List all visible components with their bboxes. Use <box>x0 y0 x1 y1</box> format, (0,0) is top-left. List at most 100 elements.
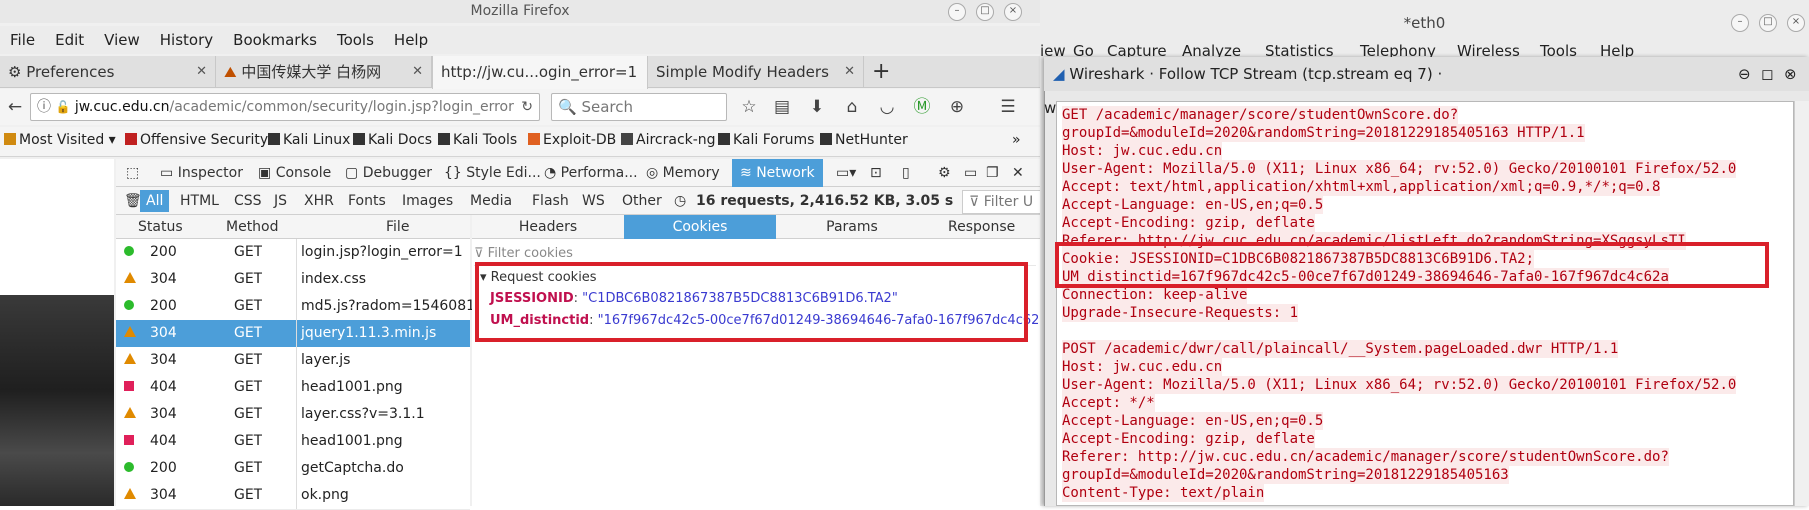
bookmark-star-icon[interactable]: ☆ <box>737 95 761 119</box>
close-tab-icon[interactable]: ✕ <box>844 56 855 88</box>
search-input[interactable]: 🔍 Search <box>551 93 727 121</box>
bookmark-kali-tools[interactable]: Kali Tools <box>438 132 517 148</box>
reload-icon[interactable]: ↻ <box>521 94 533 120</box>
tcp-stream-text[interactable]: GET /academic/manager/score/studentOwnSc… <box>1056 101 1794 506</box>
bookmark-nethunter[interactable]: NetHunter <box>820 132 908 148</box>
bookmark-most-visited[interactable]: Most Visited ▾ <box>4 132 116 148</box>
table-row[interactable]: 304 GET layer.css?v=3.1.1 <box>116 401 470 429</box>
filter-flash[interactable]: Flash <box>526 190 575 212</box>
tab-login[interactable]: http://jw.cu...ogin_error=1 <box>432 56 648 89</box>
performance-analysis-icon[interactable]: ◷ <box>668 190 692 212</box>
pick-element-icon[interactable]: ⬚ <box>126 159 139 187</box>
url-domain: jw.cuc.edu.cn <box>74 99 170 115</box>
bookmark-kali-linux[interactable]: Kali Linux <box>268 132 350 148</box>
tool-performance[interactable]: ◔ Performa... <box>544 159 638 187</box>
column-file[interactable]: File <box>386 215 409 239</box>
reading-list-icon[interactable]: ▤ <box>770 95 794 119</box>
status-code: 200 <box>150 460 177 476</box>
menu-view[interactable]: View <box>101 31 143 49</box>
bookmark-offensive-security[interactable]: Offensive Security <box>125 132 268 148</box>
close-button[interactable]: × <box>1004 3 1022 21</box>
tab-headers[interactable]: Headers <box>472 215 624 239</box>
menu-edit[interactable]: Edit <box>52 31 87 49</box>
bookmark-aircrack-ng[interactable]: Aircrack-ng <box>621 132 716 148</box>
screenshot-icon[interactable]: ⊡ <box>870 159 882 187</box>
pocket-icon[interactable]: ◡ <box>875 95 899 119</box>
minimize-button[interactable]: – <box>948 3 966 21</box>
settings-gear-icon[interactable]: ⚙ <box>938 159 951 187</box>
table-row[interactable]: 304 GET jquery1.11.3.min.js <box>116 320 470 348</box>
dock-side-icon[interactable]: ▭ <box>964 159 977 187</box>
hamburger-menu-icon[interactable]: ☰ <box>996 95 1020 119</box>
menu-bar: File Edit View History Bookmarks Tools H… <box>0 26 1040 54</box>
tab-preferences[interactable]: ⚙ Preferences ✕ <box>0 56 216 88</box>
url-path: /academic/common/security/login.jsp?logi… <box>169 99 514 115</box>
method: GET <box>234 244 263 260</box>
status-code: 304 <box>150 352 177 368</box>
url-bar[interactable]: ⓘ 🔓 jw.cuc.edu.cn/academic/common/securi… <box>30 93 540 121</box>
tool-memory[interactable]: ◎ Memory <box>646 159 720 187</box>
filter-fonts[interactable]: Fonts <box>342 190 392 212</box>
menu-file[interactable]: File <box>7 31 38 49</box>
bookmark-exploit-db[interactable]: Exploit-DB <box>528 132 616 148</box>
tab-params[interactable]: Params <box>776 215 928 239</box>
responsive-icon[interactable]: ▯ <box>902 159 910 187</box>
menu-bookmarks[interactable]: Bookmarks <box>230 31 320 49</box>
filter-css[interactable]: CSS <box>228 190 268 212</box>
method: GET <box>234 271 263 287</box>
ws-minimize-button[interactable]: – <box>1731 14 1749 32</box>
dialog-close-icon[interactable]: ⊗ <box>1784 57 1797 91</box>
ws-maximize-button[interactable]: □ <box>1759 14 1777 32</box>
ws-close-button[interactable]: × <box>1787 14 1805 32</box>
tool-debugger[interactable]: ▢ Debugger <box>345 159 432 187</box>
filter-js[interactable]: JS <box>268 190 293 212</box>
maximize-button[interactable]: □ <box>976 3 994 21</box>
stream-line: groupId=&moduleId=2020&randomString=2018… <box>1062 466 1509 484</box>
close-devtools-icon[interactable]: ✕ <box>1012 159 1024 187</box>
tool-style-editor[interactable]: {} Style Edi... <box>444 159 541 187</box>
tool-network[interactable]: ≋ Network <box>732 159 823 187</box>
filter-html[interactable]: HTML <box>174 190 225 212</box>
globe-icon[interactable]: ⊕ <box>945 95 969 119</box>
filter-images[interactable]: Images <box>396 190 459 212</box>
downloads-icon[interactable]: ⬇ <box>805 95 829 119</box>
filter-ws[interactable]: WS <box>576 190 611 212</box>
info-icon: ⓘ <box>37 99 51 115</box>
frame-select-icon[interactable]: ▭▾ <box>836 159 856 187</box>
extension-m-icon[interactable]: Ⓜ <box>910 95 934 119</box>
tab-cookies[interactable]: Cookies <box>624 215 776 239</box>
filter-other[interactable]: Other <box>616 190 668 212</box>
dialog-restore-icon[interactable]: ◻ <box>1761 57 1773 91</box>
filter-all[interactable]: All <box>140 190 170 212</box>
dock-window-icon[interactable]: ❐ <box>986 159 999 187</box>
table-row[interactable]: 304 GET layer.js <box>116 347 470 375</box>
filter-media[interactable]: Media <box>464 190 518 212</box>
column-method[interactable]: Method <box>226 215 279 239</box>
table-row[interactable]: 404 GET head1001.png <box>116 374 470 402</box>
close-tab-icon[interactable]: ✕ <box>412 56 423 88</box>
table-row[interactable]: 304 GET index.css <box>116 266 470 294</box>
filter-xhr[interactable]: XHR <box>298 190 340 212</box>
home-icon[interactable]: ⌂ <box>840 95 864 119</box>
more-bookmarks-chevron-icon[interactable]: » <box>1012 132 1021 148</box>
table-row[interactable]: 200 GET md5.js?radom=154608137 <box>116 293 473 321</box>
tab-simple-modify-headers[interactable]: Simple Modify Headers ✕ <box>648 56 864 88</box>
bookmark-kali-forums[interactable]: Kali Forums <box>718 132 814 148</box>
table-row[interactable]: 404 GET head1001.png <box>116 428 470 456</box>
close-tab-icon[interactable]: ✕ <box>196 56 207 88</box>
new-tab-button[interactable]: + <box>864 56 904 88</box>
tool-console[interactable]: ▣ Console <box>258 159 331 187</box>
back-icon[interactable]: ← <box>3 95 27 119</box>
stream-scrollbar[interactable] <box>1794 101 1809 506</box>
menu-history[interactable]: History <box>157 31 216 49</box>
tab-cuc[interactable]: ⛰ 中国传媒大学 白杨网 ✕ <box>216 56 432 88</box>
bookmark-kali-docs[interactable]: Kali Docs <box>353 132 432 148</box>
column-status[interactable]: Status <box>138 215 183 239</box>
tool-inspector[interactable]: ▭ Inspector <box>160 159 243 187</box>
dialog-minimize-icon[interactable]: ⊖ <box>1738 57 1751 91</box>
table-row[interactable]: 200 GET login.jsp?login_error=1 <box>116 239 470 267</box>
menu-help[interactable]: Help <box>391 31 431 49</box>
status-cached-triangle-icon <box>124 482 136 509</box>
table-row[interactable]: 200 GET getCaptcha.do <box>116 455 470 483</box>
menu-tools[interactable]: Tools <box>334 31 377 49</box>
